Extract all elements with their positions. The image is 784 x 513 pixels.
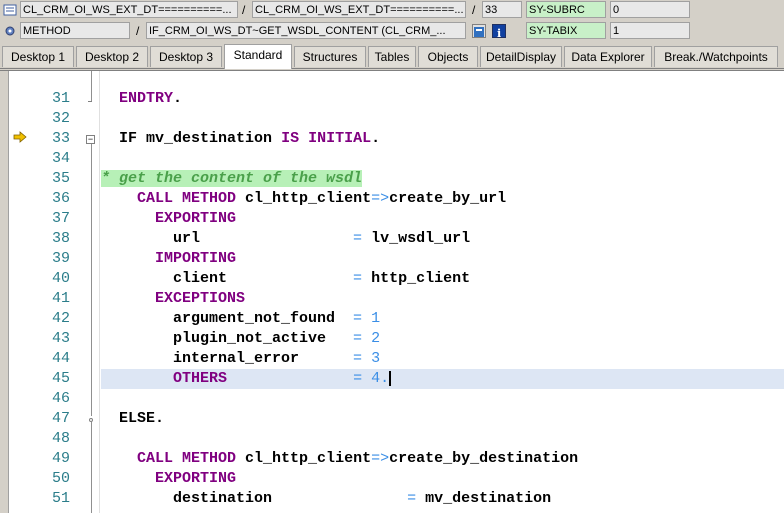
separator: / — [242, 3, 246, 17]
tab-structures[interactable]: Structures — [294, 46, 366, 67]
line-number: 31 — [51, 90, 70, 107]
code-text[interactable]: CALL METHOD cl_http_client=>create_by_ur… — [101, 189, 506, 209]
code-line: 34 — [0, 149, 784, 169]
sy-tabix-value: 1 — [610, 22, 690, 39]
code-line: 44 internal_error = 3 — [0, 349, 784, 369]
line-number: 37 — [51, 210, 70, 227]
code-text[interactable]: argument_not_found = 1 — [101, 309, 380, 329]
text-cursor — [389, 370, 392, 386]
sy-tabix-label: SY-TABIX — [526, 22, 606, 39]
code-text[interactable]: plugin_not_active = 2 — [101, 329, 380, 349]
sy-subrc-label: SY-SUBRC — [526, 1, 606, 18]
code-line: 35 * get the content of the wsdl — [0, 169, 784, 189]
code-line: 47 ELSE. — [0, 409, 784, 429]
line-number: 32 — [51, 110, 70, 127]
line-number: 45 — [51, 370, 70, 387]
line-number: 51 — [51, 490, 70, 507]
event-name-field[interactable]: IF_CRM_OI_WS_DT~GET_WSDL_CONTENT (CL_CRM… — [146, 22, 466, 39]
code-text[interactable]: ENDTRY. — [101, 89, 182, 109]
include-field[interactable]: CL_CRM_OI_WS_EXT_DT==========... — [252, 1, 466, 18]
line-number: 47 — [51, 410, 70, 427]
code-text[interactable]: internal_error = 3 — [101, 349, 380, 369]
code-line: 32 — [0, 109, 784, 129]
code-text[interactable]: EXPORTING — [101, 469, 236, 489]
code-line: 51 destination = mv_destination — [0, 489, 784, 509]
source-code-editor[interactable]: − 31 ENDTRY. 32 33 IF mv_destination IS … — [0, 70, 784, 513]
tab-data-explorer[interactable]: Data Explorer — [564, 46, 652, 67]
code-line-current: 45 OTHERS = 4. — [0, 369, 784, 389]
info-icon[interactable]: i — [492, 24, 506, 40]
svg-text:i: i — [497, 27, 501, 38]
line-number: 46 — [51, 390, 70, 407]
line-number: 40 — [51, 270, 70, 287]
display-source-icon[interactable] — [472, 24, 486, 38]
list-icon — [3, 3, 17, 17]
line-number: 43 — [51, 330, 70, 347]
line-number: 48 — [51, 430, 70, 447]
code-line: 40 client = http_client — [0, 269, 784, 289]
line-number: 50 — [51, 470, 70, 487]
code-text[interactable]: IMPORTING — [101, 249, 236, 269]
event-type-field[interactable]: METHOD — [20, 22, 130, 39]
code-line: 39 IMPORTING — [0, 249, 784, 269]
debugger-info-row-1: CL_CRM_OI_WS_EXT_DT==========... / CL_CR… — [0, 0, 784, 20]
code-text[interactable]: EXCEPTIONS — [101, 289, 245, 309]
tab-detail-display[interactable]: DetailDisplay — [480, 46, 562, 67]
code-line: 36 CALL METHOD cl_http_client=>create_by… — [0, 189, 784, 209]
line-number: 39 — [51, 250, 70, 267]
code-text[interactable]: EXPORTING — [101, 209, 236, 229]
separator: / — [136, 24, 140, 38]
tab-desktop-1[interactable]: Desktop 1 — [2, 46, 74, 67]
tab-desktop-3[interactable]: Desktop 3 — [150, 46, 222, 67]
tab-break-watchpoints[interactable]: Break./Watchpoints — [654, 46, 778, 67]
line-number: 49 — [51, 450, 70, 467]
code-text[interactable]: OTHERS = 4. — [101, 369, 392, 389]
code-text[interactable]: url = lv_wsdl_url — [101, 229, 470, 249]
code-line: 46 — [0, 389, 784, 409]
program-field[interactable]: CL_CRM_OI_WS_EXT_DT==========... — [20, 1, 238, 18]
method-gear-icon — [3, 24, 17, 38]
code-line: 43 plugin_not_active = 2 — [0, 329, 784, 349]
line-number: 44 — [51, 350, 70, 367]
line-number: 41 — [51, 290, 70, 307]
line-number: 36 — [51, 190, 70, 207]
sy-subrc-value: 0 — [610, 1, 690, 18]
code-text[interactable]: CALL METHOD cl_http_client=>create_by_de… — [101, 449, 578, 469]
code-line: 37 EXPORTING — [0, 209, 784, 229]
tab-desktop-2[interactable]: Desktop 2 — [76, 46, 148, 67]
tab-standard[interactable]: Standard — [224, 44, 292, 69]
debugger-info-row-2: METHOD / IF_CRM_OI_WS_DT~GET_WSDL_CONTEN… — [0, 21, 784, 41]
line-number: 34 — [51, 150, 70, 167]
line-number: 38 — [51, 230, 70, 247]
line-number: 33 — [51, 130, 70, 147]
debugger-tab-strip: Desktop 1 Desktop 2 Desktop 3 Standard S… — [0, 44, 784, 69]
code-line: 48 — [0, 429, 784, 449]
line-number: 35 — [51, 170, 70, 187]
line-number-field[interactable]: 33 — [482, 1, 522, 18]
code-line: 49 CALL METHOD cl_http_client=>create_by… — [0, 449, 784, 469]
code-text[interactable]: destination = mv_destination — [101, 489, 551, 509]
line-number: 42 — [51, 310, 70, 327]
code-text[interactable]: IF mv_destination IS INITIAL. — [101, 129, 380, 149]
code-text[interactable]: ELSE. — [101, 409, 164, 429]
separator: / — [472, 3, 476, 17]
code-line: 38 url = lv_wsdl_url — [0, 229, 784, 249]
code-line: 31 ENDTRY. — [0, 89, 784, 109]
code-line: 50 EXPORTING — [0, 469, 784, 489]
tab-tables[interactable]: Tables — [368, 46, 416, 67]
tab-objects[interactable]: Objects — [418, 46, 478, 67]
code-line: 33 IF mv_destination IS INITIAL. — [0, 129, 784, 149]
code-line: 42 argument_not_found = 1 — [0, 309, 784, 329]
code-text[interactable]: client = http_client — [101, 269, 470, 289]
code-line: 41 EXCEPTIONS — [0, 289, 784, 309]
comment-text[interactable]: * get the content of the wsdl — [101, 169, 363, 189]
